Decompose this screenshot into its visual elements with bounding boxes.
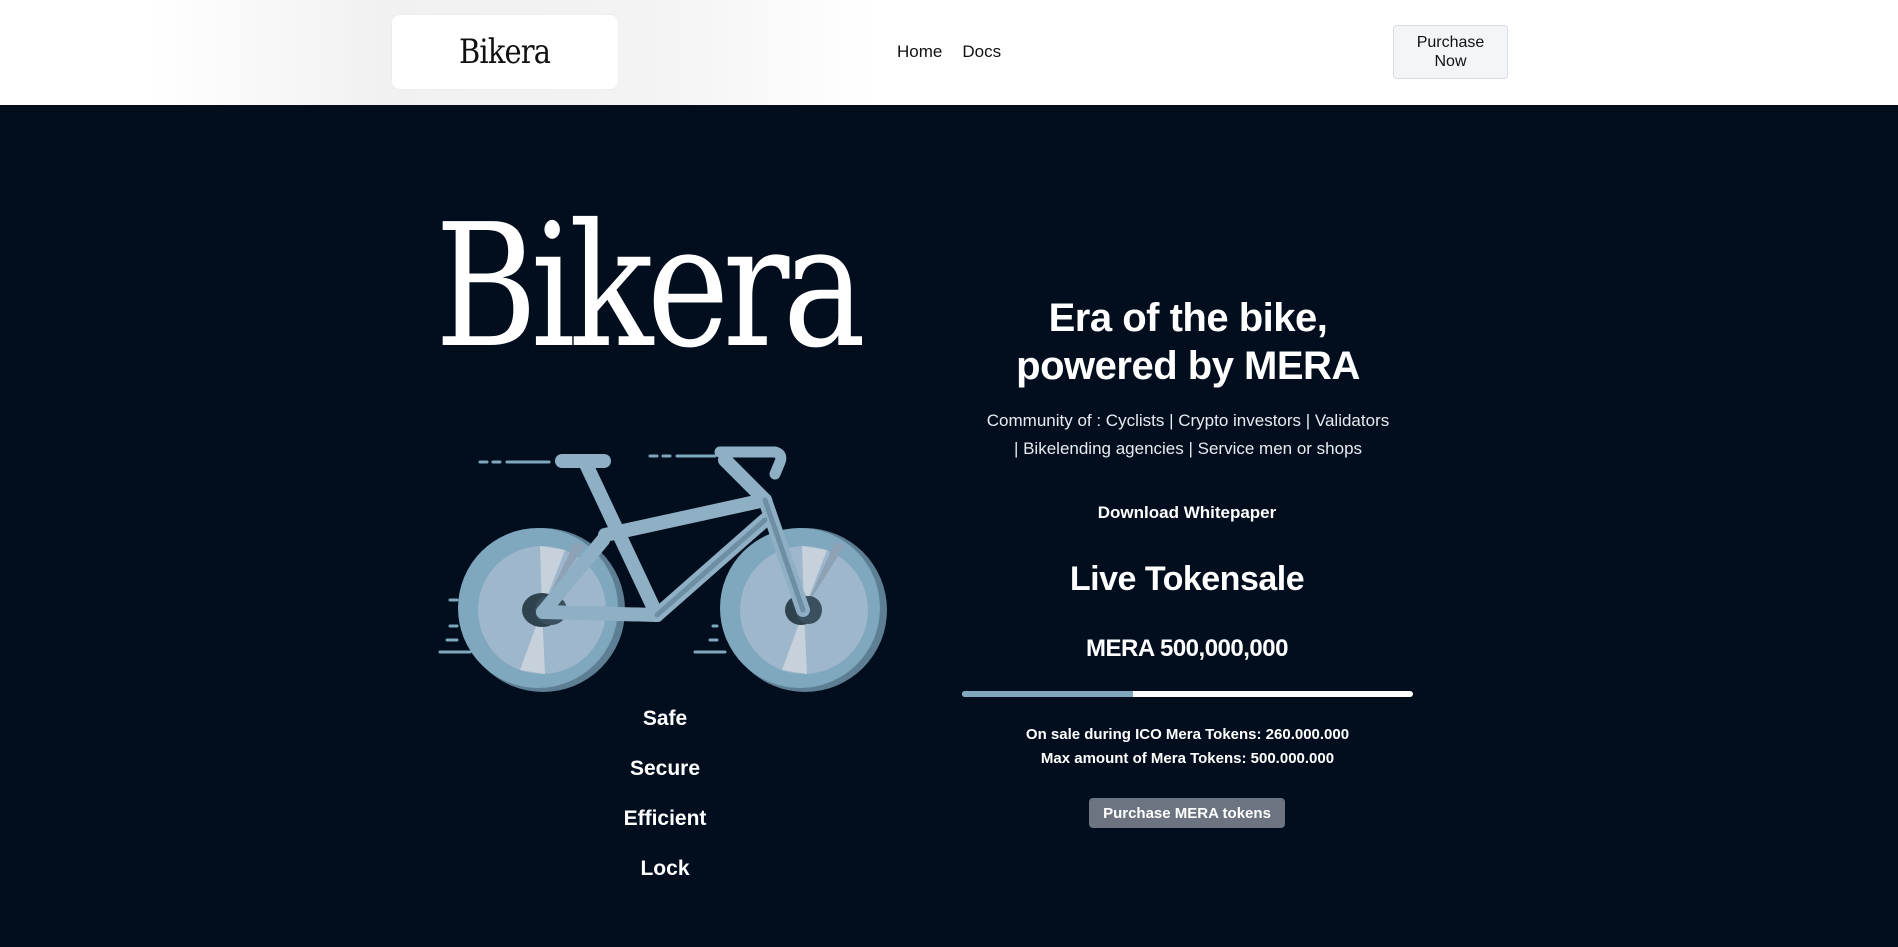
tokensale-progress-bar <box>962 691 1413 697</box>
community-line-2: | Bikelending agencies | Service men or … <box>1013 439 1363 458</box>
on-sale-text: On sale during ICO Mera Tokens: 260.000.… <box>1025 726 1350 743</box>
nav-docs-link[interactable]: Docs <box>962 42 1001 62</box>
community-text: Community of : Cyclists | Crypto investo… <box>965 407 1411 463</box>
max-amount-text: Max amount of Mera Tokens: 500.000.000 <box>1040 750 1335 767</box>
main-nav: Home Docs <box>897 42 1001 62</box>
tokensale-info: On sale during ICO Mera Tokens: 260.000.… <box>962 723 1413 771</box>
hero-headline: Era of the bike, powered by MERA <box>960 294 1416 390</box>
logo-container[interactable]: Bikera <box>392 15 618 89</box>
feature-secure: Secure <box>629 757 701 780</box>
tokensale-title: Live Tokensale <box>1069 560 1305 598</box>
feature-lock: Lock <box>640 857 690 880</box>
hero-brand-title: Bikera <box>435 188 866 386</box>
headline-line-1: Era of the bike, <box>1048 296 1328 340</box>
nav-home-link[interactable]: Home <box>897 42 942 62</box>
logo-text: Bikera <box>459 32 551 72</box>
feature-safe: Safe <box>642 707 688 730</box>
top-navbar: Bikera Home Docs Purchase Now <box>0 0 1898 105</box>
tokensale-total: MERA 500,000,000 <box>1086 635 1288 662</box>
purchase-now-button[interactable]: Purchase Now <box>1393 25 1508 79</box>
download-whitepaper-link[interactable]: Download Whitepaper <box>1060 503 1314 523</box>
community-line-1: Community of : Cyclists | Crypto investo… <box>986 411 1390 430</box>
bicycle-illustration <box>438 446 887 692</box>
tokensale-progress-fill <box>962 691 1134 697</box>
purchase-mera-tokens-button[interactable]: Purchase MERA tokens <box>1089 798 1285 828</box>
feature-efficient: Efficient <box>623 807 707 830</box>
headline-line-2: powered by MERA <box>1016 344 1360 388</box>
